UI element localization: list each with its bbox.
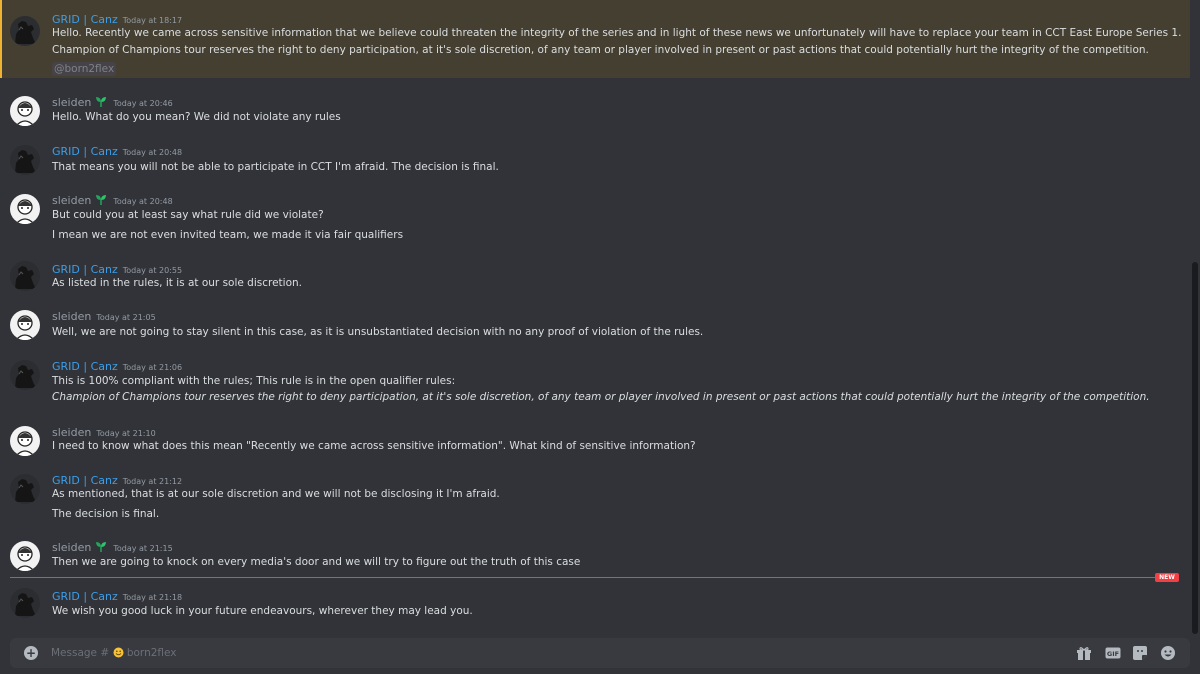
timestamp[interactable]: Today at 20:55 (123, 266, 182, 275)
timestamp[interactable]: Today at 20:48 (113, 197, 172, 206)
avatar-grid[interactable] (10, 145, 40, 175)
timestamp[interactable]: Today at 21:10 (96, 429, 155, 438)
message-text: The decision is final. (52, 508, 160, 520)
message: sleiden Today at 21:05 Well, we are not g… (0, 302, 1190, 342)
author-name[interactable]: sleiden (52, 310, 91, 323)
user-mention[interactable]: @born2flex (52, 62, 117, 76)
message-text: This is 100% compliant with the rules; T… (52, 375, 456, 387)
timestamp[interactable]: Today at 20:46 (113, 99, 172, 108)
message: GRID | Canz Today at 21:06 This is 100% c… (0, 350, 1190, 410)
message: GRID | Canz Today at 21:12 As mentioned, … (0, 466, 1190, 526)
message-header: sleiden Today at 20:48 (52, 192, 173, 209)
quoted-rule-text: Champion of Champions tour reserves the … (52, 391, 1150, 403)
gift-icon[interactable] (1076, 645, 1092, 661)
chat-scrollbar[interactable] (1192, 262, 1198, 634)
message: GRID | Canz Today at 20:48 That means you… (0, 137, 1190, 177)
channel-name: born2flex (126, 647, 177, 659)
avatar-sleiden[interactable] (10, 426, 40, 456)
message-input[interactable]: Message # born2flex (51, 646, 177, 660)
message-text: We wish you good luck in your future end… (52, 605, 473, 617)
message-header: GRID | Canz Today at 21:06 (52, 358, 182, 375)
timestamp[interactable]: Today at 21:05 (96, 313, 155, 322)
avatar-grid[interactable] (10, 261, 40, 291)
svg-text:GIF: GIF (1107, 650, 1119, 658)
timestamp[interactable]: Today at 18:17 (123, 16, 182, 25)
author-name[interactable]: sleiden (52, 541, 91, 554)
message-header: sleiden Today at 21:15 (52, 539, 173, 556)
author-name[interactable]: GRID | Canz (52, 145, 118, 158)
sprout-badge-icon (94, 96, 108, 108)
message-header: sleiden Today at 21:05 (52, 308, 156, 325)
author-name[interactable]: GRID | Canz (52, 474, 118, 487)
avatar-grid[interactable] (10, 588, 40, 618)
message: GRID | Canz Today at 21:18 We wish you go… (0, 582, 1190, 626)
avatar-grid[interactable] (10, 16, 40, 46)
message: GRID | Canz Today at 20:55 As listed in t… (0, 253, 1190, 293)
message: sleiden Today at 20:48 But could you at l… (0, 186, 1190, 246)
timestamp[interactable]: Today at 21:06 (123, 363, 182, 372)
sprout-badge-icon (94, 194, 108, 206)
new-messages-badge: NEW (1155, 573, 1179, 582)
add-attachment-icon[interactable]: + (24, 646, 38, 660)
message-header: GRID | Canz Today at 21:18 (52, 588, 182, 605)
placeholder-prefix: Message # (51, 647, 110, 659)
avatar-sleiden[interactable] (10, 194, 40, 224)
message-header: sleiden Today at 20:46 (52, 94, 173, 111)
message: sleiden Today at 21:15 Then we are going … (0, 533, 1190, 573)
message-text: Then we are going to knock on every medi… (52, 556, 581, 568)
new-messages-divider (10, 577, 1160, 578)
author-name[interactable]: GRID | Canz (52, 13, 118, 26)
timestamp[interactable]: Today at 21:15 (113, 544, 172, 553)
chat-messages: GRID | Canz Today at 18:17 Hello. Recentl… (0, 0, 1190, 636)
message-text: Hello. What do you mean? We did not viol… (52, 111, 341, 123)
message: sleiden Today at 20:46 Hello. What do you… (0, 88, 1190, 128)
message-text: I mean we are not even invited team, we … (52, 229, 404, 241)
avatar-grid[interactable] (10, 474, 40, 504)
author-name[interactable]: GRID | Canz (52, 263, 118, 276)
author-name[interactable]: sleiden (52, 96, 91, 109)
message-header: GRID | Canz Today at 20:48 (52, 143, 182, 160)
emoji-icon[interactable] (1160, 645, 1176, 661)
message-text: As listed in the rules, it is at our sol… (52, 277, 303, 289)
author-name[interactable]: sleiden (52, 426, 91, 439)
message-text: But could you at least say what rule did… (52, 209, 324, 221)
author-name[interactable]: sleiden (52, 194, 91, 207)
message-text: Well, we are not going to stay silent in… (52, 326, 704, 338)
sprout-badge-icon (94, 541, 108, 553)
message-text: I need to know what does this mean "Rece… (52, 440, 696, 452)
author-name[interactable]: GRID | Canz (52, 590, 118, 603)
message-text: Hello. Recently we came across sensitive… (52, 27, 1182, 39)
timestamp[interactable]: Today at 21:18 (123, 593, 182, 602)
message-text: Champion of Champions tour reserves the … (52, 44, 1149, 56)
smiley-emoji-icon (113, 647, 124, 658)
sticker-icon[interactable] (1132, 645, 1148, 661)
avatar-sleiden[interactable] (10, 310, 40, 340)
timestamp[interactable]: Today at 21:12 (123, 477, 182, 486)
avatar-sleiden[interactable] (10, 96, 40, 126)
message-composer[interactable]: + Message # born2flex GIF (10, 638, 1190, 668)
message-text: That means you will not be able to parti… (52, 161, 499, 173)
gif-icon[interactable]: GIF (1105, 645, 1121, 661)
message-text: As mentioned, that is at our sole discre… (52, 488, 500, 500)
timestamp[interactable]: Today at 20:48 (123, 148, 182, 157)
avatar-grid[interactable] (10, 360, 40, 390)
message: GRID | Canz Today at 18:17 Hello. Recentl… (0, 0, 1190, 78)
avatar-sleiden[interactable] (10, 541, 40, 571)
author-name[interactable]: GRID | Canz (52, 360, 118, 373)
message: sleiden Today at 21:10 I need to know wha… (0, 418, 1190, 458)
